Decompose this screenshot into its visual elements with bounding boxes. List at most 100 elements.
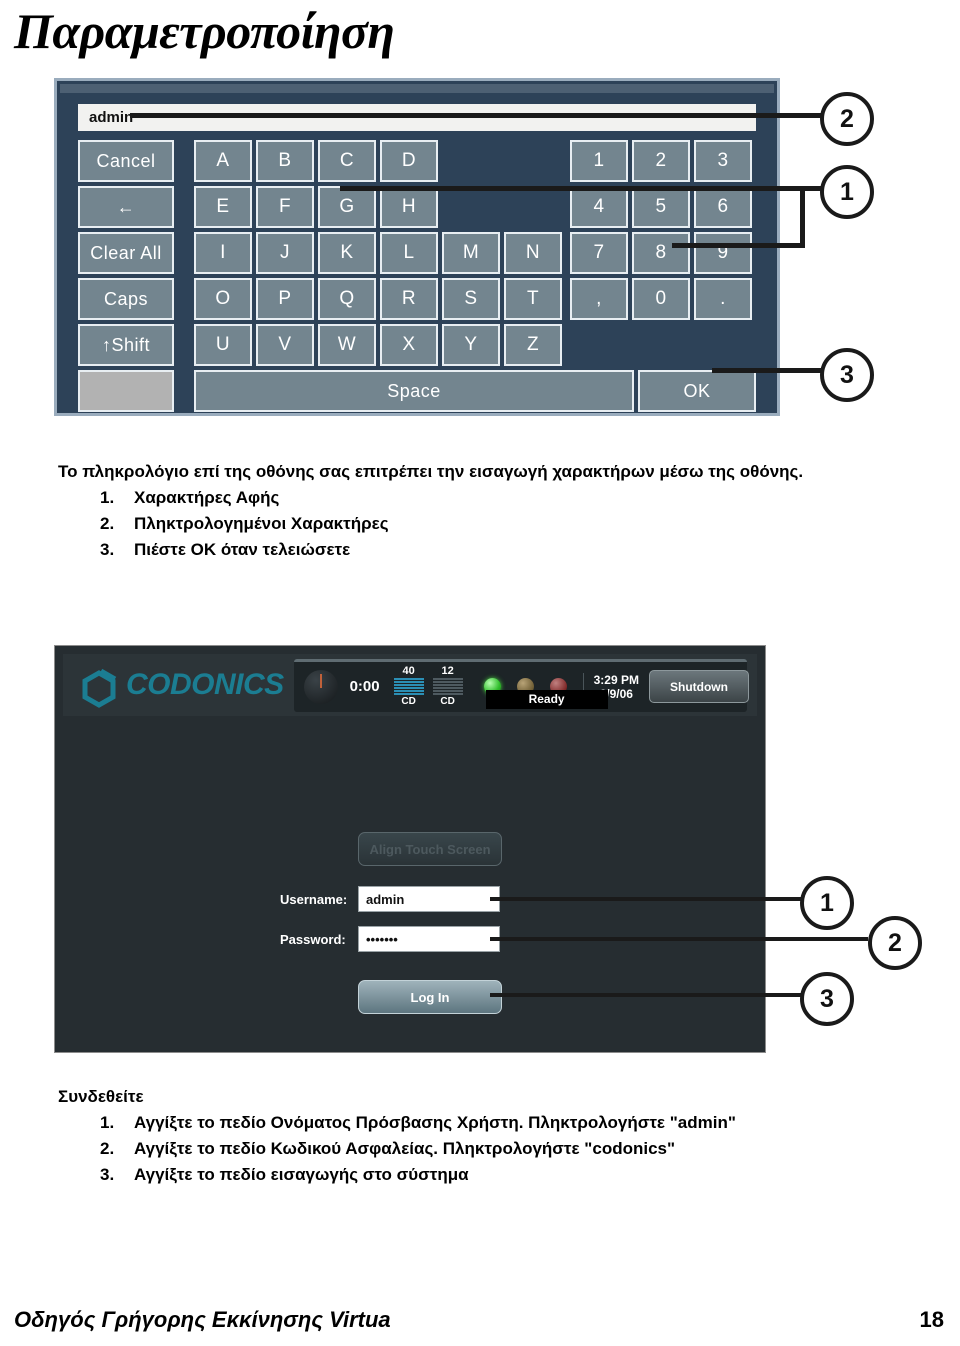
- key-u[interactable]: U: [194, 324, 252, 366]
- username-input[interactable]: admin: [358, 886, 500, 912]
- key-4[interactable]: 4: [570, 186, 628, 228]
- callout-marker-2-login: 2: [868, 916, 922, 970]
- key-z[interactable]: Z: [504, 324, 562, 366]
- key-6[interactable]: 6: [694, 186, 752, 228]
- callout-marker-3-login: 3: [800, 972, 854, 1026]
- align-touch-screen-button[interactable]: Align Touch Screen: [358, 832, 502, 866]
- key-j[interactable]: J: [256, 232, 314, 274]
- list-item-label: Χαρακτήρες Αφής: [134, 488, 280, 507]
- keyboard-key-grid: Cancel A B C D 1 2 3 ← E F G H 4 5 6 Cle…: [78, 140, 756, 412]
- keyboard-row: ← E F G H 4 5 6: [78, 186, 756, 228]
- key-gap: [442, 140, 500, 182]
- keyboard-row: Cancel A B C D 1 2 3: [78, 140, 756, 182]
- key-o[interactable]: O: [194, 278, 252, 320]
- list-item-label: Αγγίξτε το πεδίο Κωδικού Ασφαλείας. Πληκ…: [134, 1139, 676, 1158]
- list-item-label: Πληκτρολογημένοι Χαρακτήρες: [134, 514, 389, 533]
- list-item-number: 2.: [100, 1139, 115, 1158]
- media-type-label: CD: [440, 696, 455, 707]
- keyboard-titlebar: [60, 84, 774, 93]
- key-gap: [442, 186, 500, 228]
- callout-leader-line: [712, 368, 822, 373]
- codonics-hexagon-icon: [82, 668, 117, 708]
- list-item-number: 3.: [100, 540, 115, 559]
- key-clear-all[interactable]: Clear All: [78, 232, 174, 274]
- key-h[interactable]: H: [380, 186, 438, 228]
- key-i[interactable]: I: [194, 232, 252, 274]
- job-knob-indicator: [303, 669, 338, 704]
- key-f[interactable]: F: [256, 186, 314, 228]
- key-3[interactable]: 3: [694, 140, 752, 182]
- key-b[interactable]: B: [256, 140, 314, 182]
- list-item: 3. Αγγίξτε το πεδίο εισαγωγής στο σύστημ…: [100, 1162, 736, 1188]
- list-item-number: 1.: [100, 1113, 115, 1132]
- key-a[interactable]: A: [194, 140, 252, 182]
- key-p[interactable]: P: [256, 278, 314, 320]
- keyboard-row: Space OK: [78, 370, 756, 412]
- key-0[interactable]: 0: [632, 278, 690, 320]
- list-item: 3. Πιέστε ΟΚ όταν τελειώσετε: [100, 537, 389, 563]
- shutdown-button[interactable]: Shutdown: [648, 670, 749, 703]
- key-backspace[interactable]: ←: [78, 186, 174, 228]
- clock-time: 3:29 PM: [593, 672, 639, 687]
- key-7[interactable]: 7: [570, 232, 628, 274]
- page-title: Παραμετροποίηση: [14, 3, 395, 59]
- key-r[interactable]: R: [380, 278, 438, 320]
- login-steps-list: 1. Αγγίξτε το πεδίο Ονόματος Πρόσβασης Χ…: [100, 1110, 736, 1188]
- list-item-label: Αγγίξτε το πεδίο Ονόματος Πρόσβασης Χρήσ…: [134, 1113, 736, 1132]
- list-item-number: 2.: [100, 514, 115, 533]
- key-shift[interactable]: ↑Shift: [78, 324, 174, 366]
- key-l[interactable]: L: [380, 232, 438, 274]
- key-t[interactable]: T: [504, 278, 562, 320]
- username-field-row: Username: admin: [280, 886, 500, 912]
- key-e[interactable]: E: [194, 186, 252, 228]
- key-x[interactable]: X: [380, 324, 438, 366]
- callout-marker-1-login: 1: [800, 876, 854, 930]
- keyboard-row: Clear All I J K L M N 7 8 9: [78, 232, 756, 274]
- callout-marker-2-keyboard: 2: [820, 92, 874, 146]
- key-8[interactable]: 8: [632, 232, 690, 274]
- list-item-number: 3.: [100, 1165, 115, 1184]
- callout-leader-line: [340, 186, 822, 191]
- key-c[interactable]: C: [318, 140, 376, 182]
- codonics-logo: CODONICS: [77, 659, 294, 711]
- key-5[interactable]: 5: [632, 186, 690, 228]
- keyboard-row: Caps O P Q R S T , 0 .: [78, 278, 756, 320]
- key-gap: [570, 324, 632, 366]
- key-blank[interactable]: [78, 370, 174, 412]
- key-ok[interactable]: OK: [638, 370, 756, 412]
- keyboard-panel: admin Cancel A B C D 1 2 3 ← E F G H 4 5…: [60, 84, 774, 412]
- password-field-row: Password: •••••••: [280, 926, 500, 952]
- key-caps[interactable]: Caps: [78, 278, 174, 320]
- status-panel: 0:00 40 CD 12 CD Ready 3:29 PM 6/9/06 Sh…: [293, 658, 749, 712]
- callout-leader-line: [672, 243, 805, 248]
- status-badge: Ready: [485, 689, 608, 709]
- password-input[interactable]: •••••••: [358, 926, 500, 952]
- job-timer: 0:00: [349, 678, 380, 695]
- key-y[interactable]: Y: [442, 324, 500, 366]
- key-9[interactable]: 9: [694, 232, 752, 274]
- callout-marker-1-keyboard: 1: [820, 165, 874, 219]
- key-q[interactable]: Q: [318, 278, 376, 320]
- key-d[interactable]: D: [380, 140, 438, 182]
- callout-leader-line: [800, 186, 805, 248]
- password-label: Password:: [280, 931, 346, 947]
- list-item: 2. Πληκτρολογημένοι Χαρακτήρες: [100, 511, 389, 537]
- key-cancel[interactable]: Cancel: [78, 140, 174, 182]
- key-g[interactable]: G: [318, 186, 376, 228]
- key-period[interactable]: .: [694, 278, 752, 320]
- callout-marker-3-keyboard: 3: [820, 348, 874, 402]
- key-gap: [504, 186, 562, 228]
- key-comma[interactable]: ,: [570, 278, 628, 320]
- media-type-label: CD: [401, 696, 416, 707]
- key-2[interactable]: 2: [632, 140, 690, 182]
- key-n[interactable]: N: [504, 232, 562, 274]
- key-w[interactable]: W: [318, 324, 376, 366]
- key-1[interactable]: 1: [570, 140, 628, 182]
- key-m[interactable]: M: [442, 232, 500, 274]
- key-k[interactable]: K: [318, 232, 376, 274]
- log-in-button[interactable]: Log In: [358, 980, 502, 1014]
- key-space[interactable]: Space: [194, 370, 634, 412]
- key-v[interactable]: V: [256, 324, 314, 366]
- key-s[interactable]: S: [442, 278, 500, 320]
- list-item: 1. Χαρακτήρες Αφής: [100, 485, 389, 511]
